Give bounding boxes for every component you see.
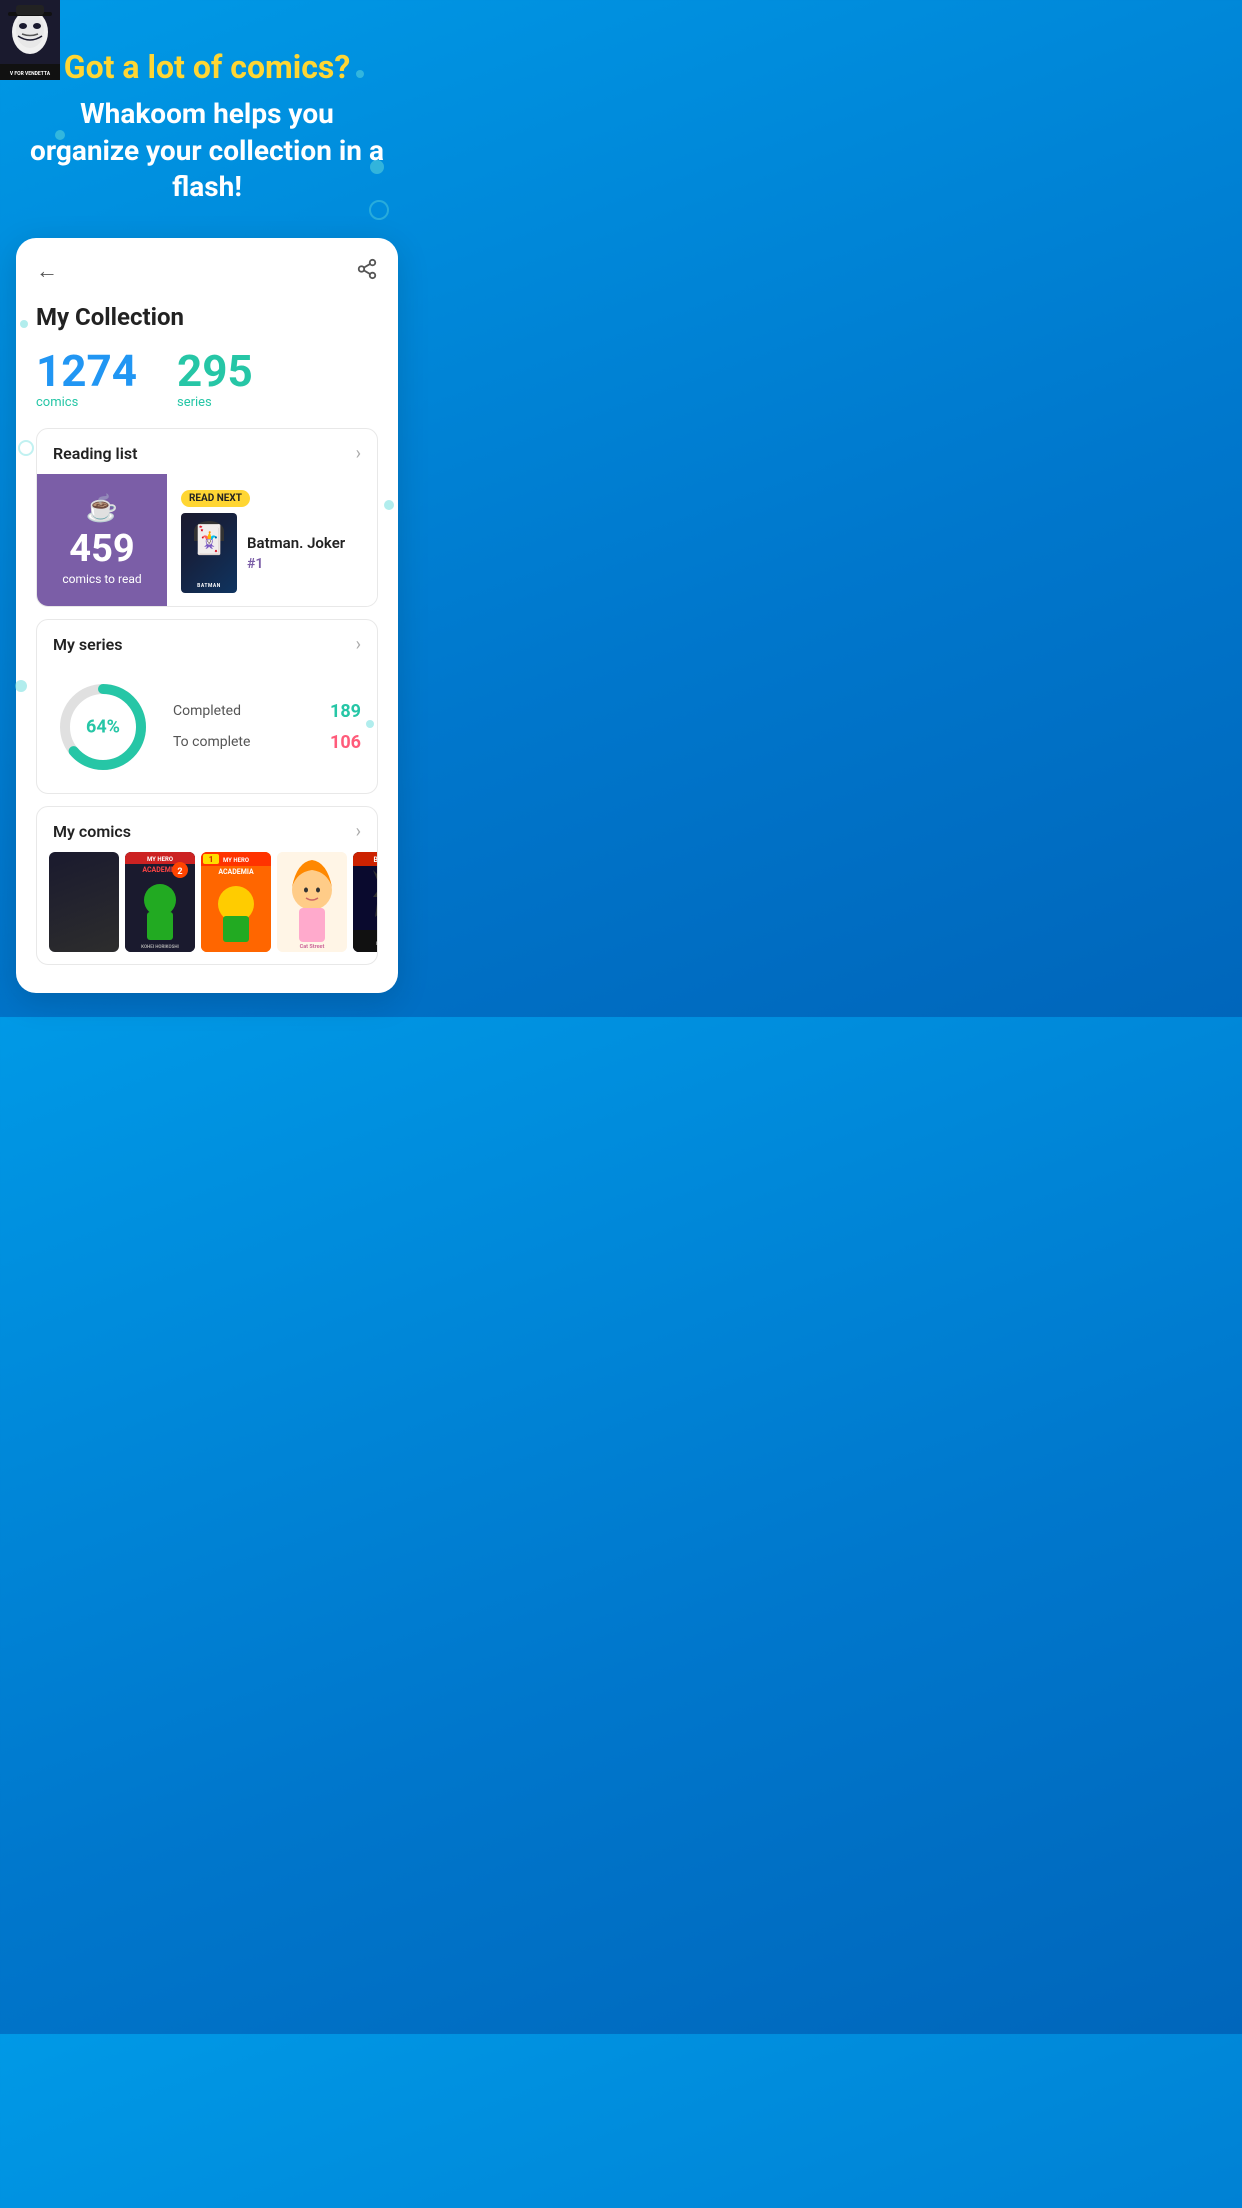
my-comics-header[interactable]: My comics › [37,807,377,852]
reading-list-chevron-icon: › [356,443,361,464]
reading-list-section: Reading list › ☕ 459 comics to read READ… [36,428,378,607]
my-series-header[interactable]: My series › [37,620,377,665]
hero-title-white: Whakoom helps you organize your collecti… [24,96,390,205]
completed-value: 189 [330,701,361,722]
list-item[interactable]: BATMAN DC COMICS [353,852,377,952]
series-donut-chart: 64% [53,677,153,777]
reading-list-header[interactable]: Reading list › [37,429,377,474]
coffee-icon: ☕ [86,494,118,524]
share-button[interactable] [356,258,378,285]
hero-section: Got a lot of comics? Whakoom helps you o… [0,0,414,238]
comics-stat: 1274 comics [36,349,137,410]
completed-row: Completed 189 [173,701,361,722]
series-count: 295 [177,349,253,393]
svg-text:BATMAN: BATMAN [374,856,377,864]
batman-joker-cover: 🃏 BATMAN [181,513,237,593]
svg-text:Cat Street: Cat Street [300,944,325,950]
to-complete-value: 106 [330,732,361,753]
svg-text:2: 2 [177,867,182,877]
svg-text:KOHEI HORIKOSHI: KOHEI HORIKOSHI [141,944,179,950]
series-stats: Completed 189 To complete 106 [173,701,361,753]
donut-percent-label: 64% [86,716,120,737]
reading-list-title: Reading list [53,444,137,463]
comics-count: 1274 [36,349,137,393]
list-item[interactable]: MY HERO ACADEMIA 1 [201,852,271,952]
main-card: ← My Collection 1274 comics 295 series R… [16,238,398,993]
my-series-section: My series › 64% Completed 189 [36,619,378,794]
collection-title: My Collection [36,303,378,331]
comic-info: Batman. Joker #1 [247,534,363,572]
read-next-badge: READ NEXT [181,490,250,507]
svg-text:MY HERO: MY HERO [147,856,173,863]
to-complete-row: To complete 106 [173,732,361,753]
reading-item[interactable]: READ NEXT 🃏 BATMAN Batman. Joker #1 [167,474,377,606]
my-comics-chevron-icon: › [356,821,361,842]
back-button[interactable]: ← [36,258,58,284]
list-item[interactable]: V FOR VENDETTA [49,852,119,952]
svg-text:MY HERO: MY HERO [223,857,249,864]
completed-label: Completed [173,703,241,719]
reading-count-box: ☕ 459 comics to read [37,474,167,606]
series-content: 64% Completed 189 To complete 106 [37,665,377,793]
comics-label: comics [36,395,137,410]
stats-row: 1274 comics 295 series [36,349,378,410]
card-header: ← [36,258,378,285]
my-series-chevron-icon: › [356,634,361,655]
svg-text:ACADEMIA: ACADEMIA [218,868,254,876]
svg-text:DC COMICS: DC COMICS [376,941,377,947]
svg-text:1: 1 [209,855,214,864]
list-item[interactable]: Cat Street [277,852,347,952]
hero-title-yellow: Got a lot of comics? [24,48,390,86]
reading-list-content: ☕ 459 comics to read READ NEXT 🃏 BATMAN … [37,474,377,606]
comic-name: Batman. Joker [247,534,363,552]
series-label: series [177,395,253,410]
my-comics-section: My comics › [36,806,378,965]
series-stat: 295 series [177,349,253,410]
reading-count-label: comics to read [62,572,141,586]
my-comics-title: My comics [53,822,131,841]
list-item[interactable]: MY HERO ACADEMIA 2 KOHEI HORIKOSHI [125,852,195,952]
to-complete-label: To complete [173,734,250,750]
comic-issue: #1 [247,556,363,572]
my-series-title: My series [53,635,123,654]
comics-grid: V FOR VENDETTA MY HERO ACADEMIA 2 KOHEI … [37,852,377,964]
reading-count-number: 459 [69,530,134,568]
